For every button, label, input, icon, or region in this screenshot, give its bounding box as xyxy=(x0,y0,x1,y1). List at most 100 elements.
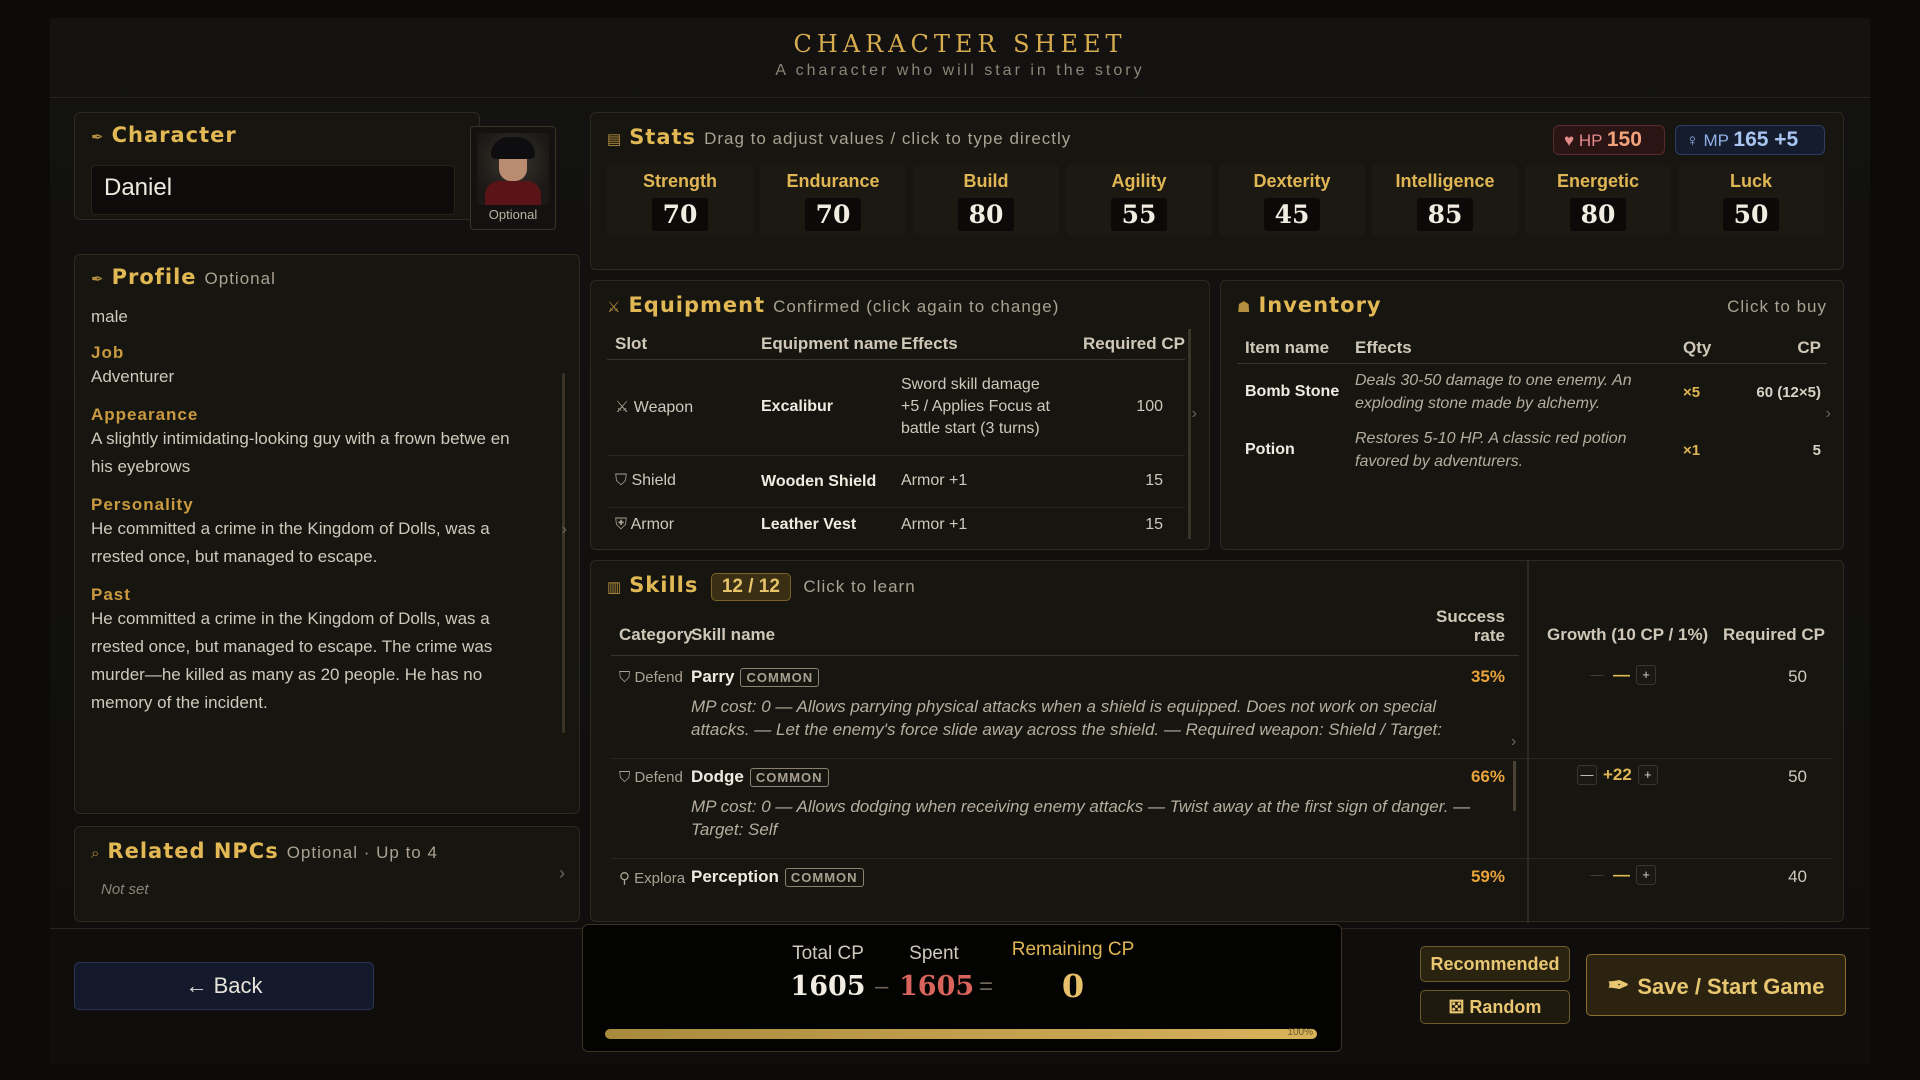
bag-icon: ☗ xyxy=(1237,299,1251,316)
hp-value: 150 xyxy=(1606,128,1642,151)
dice-icon: ⚄ xyxy=(1448,997,1465,1017)
skill-row[interactable]: ⚲ Explora Perception COMMON 59% — — + 40 xyxy=(611,861,1831,901)
job-value[interactable]: Adventurer xyxy=(91,363,531,391)
inventory-panel: ☗ Inventory Click to buy Item name Effect… xyxy=(1220,280,1844,550)
stat-value[interactable]: 80 xyxy=(1570,198,1626,231)
total-cp-label: Total CP xyxy=(792,943,864,964)
stat-luck[interactable]: Luck 50 xyxy=(1678,165,1824,235)
inventory-hint[interactable]: Click to buy xyxy=(1727,297,1827,317)
chevron-right-icon[interactable]: › xyxy=(559,863,565,884)
growth-value: — xyxy=(1613,865,1630,884)
decrease-button[interactable]: — xyxy=(1587,865,1607,885)
skills-hint: Click to learn xyxy=(803,577,916,596)
recommended-button[interactable]: Recommended xyxy=(1420,946,1570,982)
chevron-right-icon[interactable]: › xyxy=(1826,405,1831,423)
portrait-button[interactable]: Optional xyxy=(470,126,556,230)
skills-title: Skills xyxy=(629,573,699,597)
mp-value: 165 +5 xyxy=(1733,128,1799,151)
profile-title: Profile xyxy=(111,265,197,289)
skill-row[interactable]: ⛉ Defend Parry COMMON 35% MP cost: 0 — Al… xyxy=(611,661,1831,759)
stat-endurance[interactable]: Endurance 70 xyxy=(760,165,906,235)
skills-scrollbar[interactable] xyxy=(1513,761,1516,811)
remaining-cp-label: Remaining CP xyxy=(1011,939,1135,960)
chevron-right-icon[interactable]: › xyxy=(1511,733,1516,751)
stat-intelligence[interactable]: Intelligence 85 xyxy=(1372,165,1518,235)
skill-row[interactable]: ⛉ Defend Dodge COMMON 66% MP cost: 0 — Al… xyxy=(611,761,1831,859)
spent-label: Spent xyxy=(909,943,959,964)
save-start-button[interactable]: ✒ Save / Start Game xyxy=(1586,954,1846,1016)
skill-name: Perception xyxy=(691,867,779,886)
stat-build[interactable]: Build 80 xyxy=(913,165,1059,235)
equipment-title: Equipment xyxy=(628,293,766,317)
increase-button[interactable]: + xyxy=(1637,765,1658,785)
mana-icon: ♀ xyxy=(1686,131,1699,150)
appearance-value[interactable]: A slightly intimidating-looking guy with… xyxy=(91,425,531,481)
stat-agility[interactable]: Agility 55 xyxy=(1066,165,1212,235)
increase-button[interactable]: + xyxy=(1636,665,1656,685)
portrait-image xyxy=(477,133,549,205)
decrease-button[interactable]: — xyxy=(1587,665,1607,685)
profile-scrollbar[interactable] xyxy=(562,373,565,733)
back-button[interactable]: ← Back xyxy=(74,962,374,1010)
skills-panel: ▥ Skills 12 / 12 Click to learn Category … xyxy=(590,560,1844,923)
heart-icon: ♥ xyxy=(1564,131,1575,150)
rarity-tag: COMMON xyxy=(749,768,829,787)
npcs-panel[interactable]: ⌕ Related NPCs Optional · Up to 4 Not set … xyxy=(74,826,580,922)
rarity-tag: COMMON xyxy=(784,868,864,887)
name-input[interactable]: Daniel xyxy=(91,165,455,215)
stat-strength[interactable]: Strength 70 xyxy=(607,165,753,235)
past-label: Past xyxy=(91,585,131,604)
past-value[interactable]: He committed a crime in the Kingdom of D… xyxy=(91,605,531,717)
chevron-right-icon[interactable]: › xyxy=(1192,405,1197,423)
skill-description: MP cost: 0 — Allows dodging when receivi… xyxy=(691,797,1471,839)
appearance-label: Appearance xyxy=(91,405,199,424)
table-row[interactable]: Bomb Stone Deals 30-50 damage to one ene… xyxy=(1237,363,1827,421)
sword-icon: ⚔ xyxy=(615,399,630,416)
armor-icon: ⛨ xyxy=(615,516,628,534)
gender-value[interactable]: male xyxy=(91,303,531,331)
chat-icon: ⌕ xyxy=(91,845,100,862)
cp-progress-fill xyxy=(605,1029,1317,1039)
stats-title: Stats xyxy=(629,125,697,149)
profile-hint: Optional xyxy=(204,269,276,288)
stat-value[interactable]: 50 xyxy=(1723,198,1779,231)
increase-button[interactable]: + xyxy=(1636,865,1656,885)
personality-value[interactable]: He committed a crime in the Kingdom of D… xyxy=(91,515,531,571)
equipment-hint: Confirmed (click again to change) xyxy=(773,297,1060,316)
stat-value[interactable]: 85 xyxy=(1417,198,1473,231)
stat-value[interactable]: 45 xyxy=(1264,198,1320,231)
decrease-button[interactable]: — xyxy=(1577,765,1597,785)
stats-panel: ▤ Stats Drag to adjust values / click to t… xyxy=(590,112,1844,270)
stat-value[interactable]: 80 xyxy=(958,198,1014,231)
stat-value[interactable]: 70 xyxy=(805,198,861,231)
required-cp: 40 xyxy=(1788,867,1807,886)
success-rate: 35% xyxy=(1470,667,1505,686)
quill-icon: ✒ xyxy=(91,129,104,146)
stat-value[interactable]: 55 xyxy=(1111,198,1167,231)
shield-icon: ⛉ xyxy=(615,472,628,489)
page-header: CHARACTER SHEET A character who will sta… xyxy=(50,18,1870,98)
table-row[interactable]: Potion Restores 5-10 HP. A classic red p… xyxy=(1237,421,1827,479)
required-cp: 50 xyxy=(1788,767,1807,786)
table-row[interactable]: ⚔ Weapon Excalibur Sword skill damage +5… xyxy=(607,359,1185,455)
skill-name: Parry xyxy=(691,667,735,686)
page-subtitle: A character who will star in the story xyxy=(775,62,1145,79)
table-row[interactable]: ⛨ Armor Leather Vest Armor +1 15 xyxy=(607,507,1185,543)
character-title: Character xyxy=(111,123,237,147)
page-title: CHARACTER SHEET xyxy=(793,30,1127,58)
stat-dexterity[interactable]: Dexterity 45 xyxy=(1219,165,1365,235)
growth-value: +22 xyxy=(1603,765,1632,784)
job-label: Job xyxy=(91,343,125,362)
quill-icon: ✒ xyxy=(91,271,104,288)
stat-value[interactable]: 70 xyxy=(652,198,708,231)
random-button[interactable]: ⚄ Random xyxy=(1420,990,1570,1024)
chevron-right-icon[interactable]: › xyxy=(562,521,567,539)
shield-icon: ⛉ xyxy=(619,769,631,786)
table-row[interactable]: ⛉ Shield Wooden Shield Armor +1 15 xyxy=(607,455,1185,507)
book-icon: ▥ xyxy=(607,579,622,596)
app-frame: CHARACTER SHEET A character who will sta… xyxy=(50,18,1870,1064)
profile-panel: ✒ Profile Optional male Job Adventurer App… xyxy=(74,254,580,814)
equipment-scrollbar[interactable] xyxy=(1188,329,1191,539)
stat-energetic[interactable]: Energetic 80 xyxy=(1525,165,1671,235)
cp-progress-track: 100% xyxy=(605,1027,1317,1039)
